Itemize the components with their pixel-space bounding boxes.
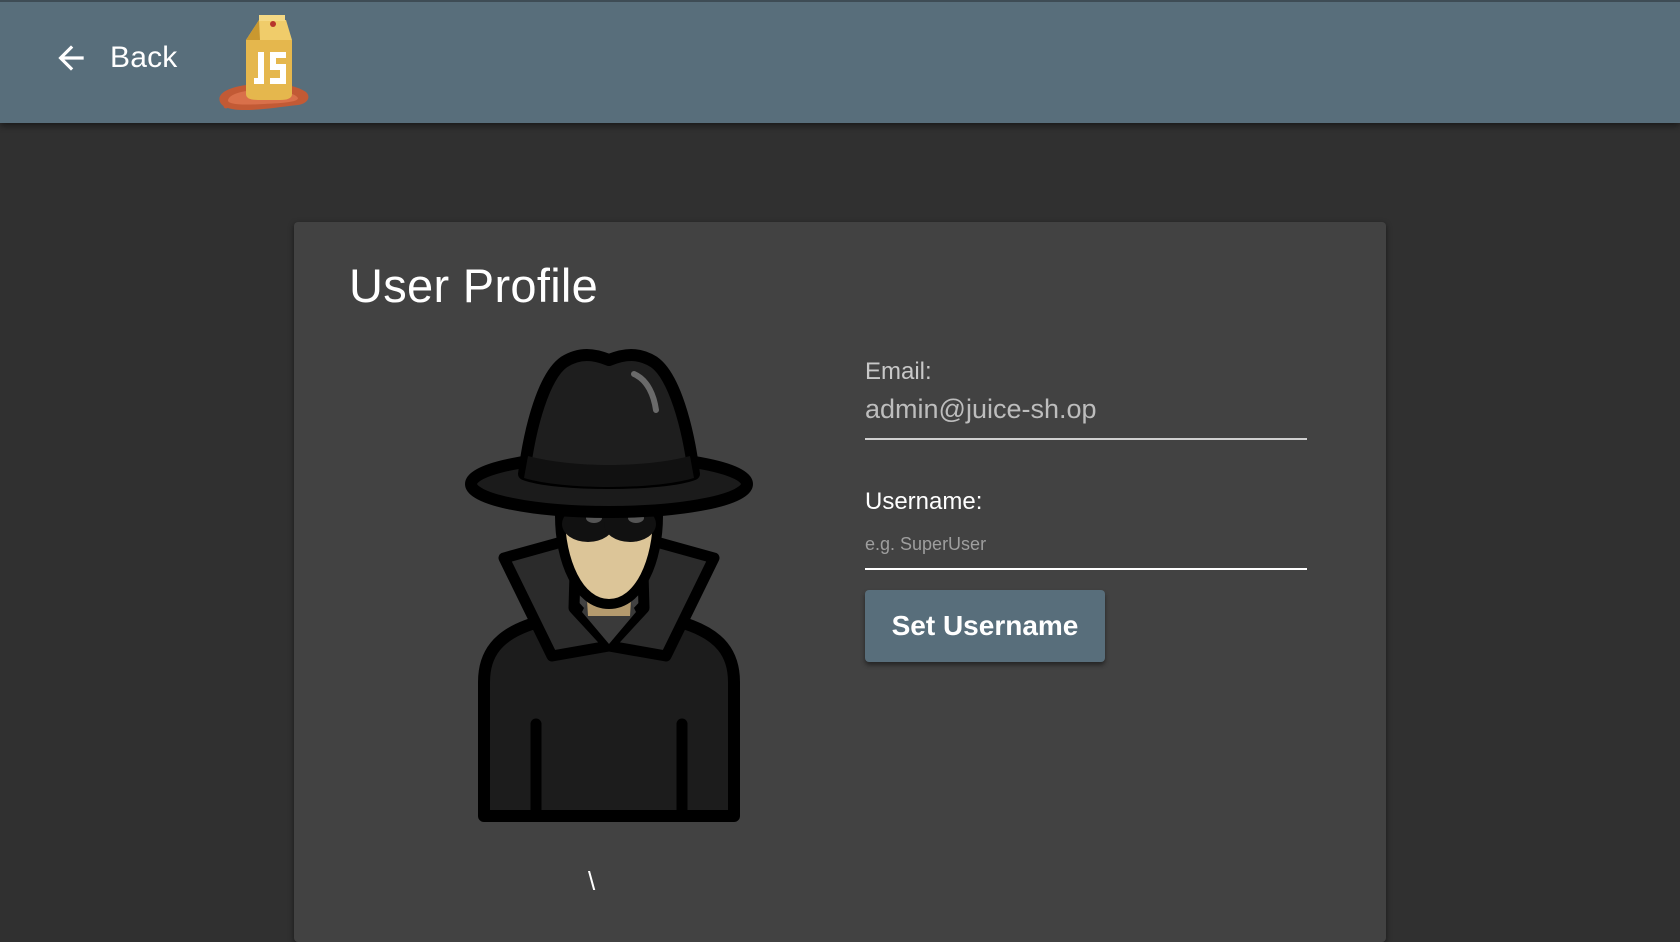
username-field[interactable]: Username: <box>865 488 1307 592</box>
username-underline <box>865 568 1307 570</box>
email-input <box>865 394 1307 425</box>
top-toolbar: Back <box>0 0 1680 123</box>
email-underline <box>865 438 1307 440</box>
username-input[interactable] <box>865 528 1307 560</box>
juice-shop-logo[interactable] <box>214 6 312 112</box>
avatar-caption: \ <box>588 866 596 896</box>
back-button[interactable]: Back <box>40 30 190 86</box>
username-label: Username: <box>865 488 983 515</box>
arrow-left-icon <box>52 39 90 77</box>
spy-avatar-image <box>464 346 754 826</box>
back-label: Back <box>110 41 178 74</box>
set-username-button[interactable]: Set Username <box>865 590 1105 662</box>
page-title: User Profile <box>349 259 599 312</box>
email-field: Email: <box>865 358 1307 462</box>
email-label: Email: <box>865 358 932 385</box>
user-profile-card: User Profile \ Email: admin@juice-sh.op … <box>294 222 1386 942</box>
